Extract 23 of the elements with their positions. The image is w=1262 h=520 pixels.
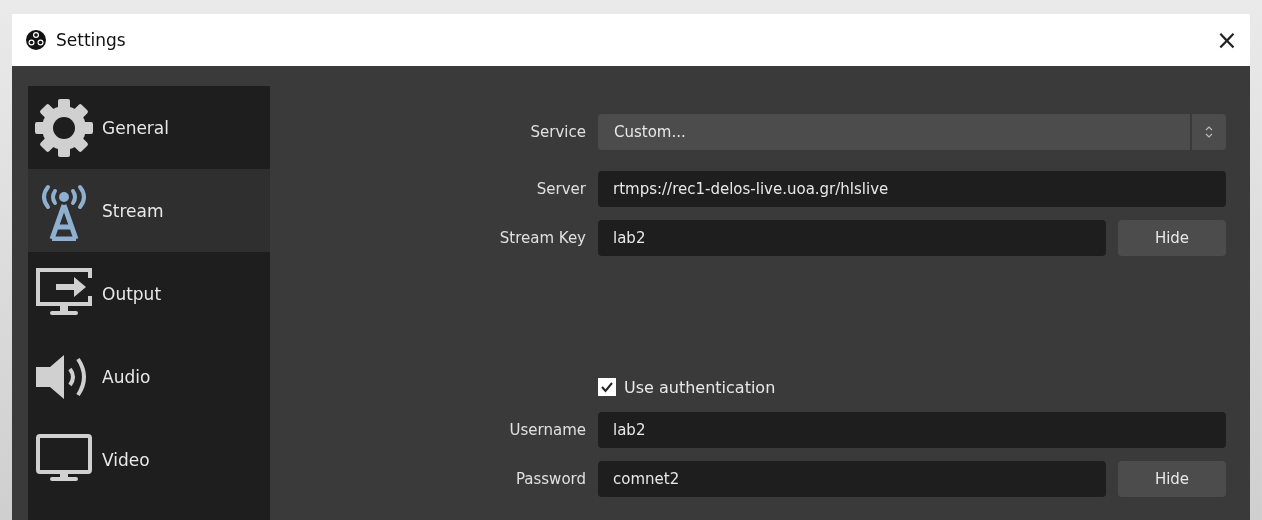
service-dropdown[interactable]: Custom... xyxy=(598,114,1226,150)
app-logo-icon xyxy=(26,30,46,50)
field-label: Service xyxy=(529,123,586,141)
sidebar-item[interactable]: Video xyxy=(28,418,270,501)
sidebar-item[interactable]: Audio xyxy=(28,335,270,418)
close-button[interactable]: × xyxy=(1204,20,1250,60)
authentication-checkbox[interactable]: Use authentication xyxy=(598,377,776,397)
sidebar-item[interactable]: General xyxy=(28,86,270,169)
gear-icon xyxy=(34,97,94,158)
hide-button[interactable]: Hide xyxy=(1118,220,1226,256)
input-field[interactable]: rtmps://rec1-delos-live.uoa.gr/hlslive xyxy=(598,171,1226,207)
window-title: Settings xyxy=(56,30,127,50)
field-label: Password xyxy=(514,470,586,488)
input-field[interactable]: lab2 xyxy=(598,412,1226,448)
input-field[interactable]: lab2 xyxy=(598,220,1106,256)
checkbox[interactable] xyxy=(598,378,616,396)
hide-button[interactable]: Hide xyxy=(1118,461,1226,497)
input-field[interactable]: comnet2 xyxy=(598,461,1106,497)
field-label: Username xyxy=(508,421,586,439)
sidebar-item[interactable]: Output xyxy=(28,252,270,335)
sidebar-item[interactable]: Stream xyxy=(28,169,270,252)
field-label: Server xyxy=(535,180,586,198)
field-label: Stream Key xyxy=(498,229,586,247)
